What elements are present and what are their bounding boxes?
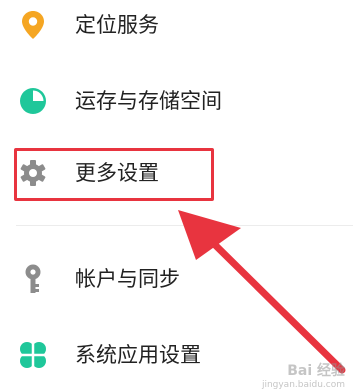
pie-chart-icon [20,88,46,114]
clover-icon [19,341,47,369]
highlight-box [14,148,214,201]
settings-item-label: 定位服务 [75,13,159,37]
settings-item-label: 系统应用设置 [75,343,201,367]
settings-item-label: 帐户与同步 [75,267,180,291]
location-pin-icon [22,11,44,39]
watermark-logo: Bai 经验 [287,363,345,379]
settings-list: 定位服务 运存与存储空间 更多设置 帐户与同步 系统应用设置 [0,0,353,392]
settings-item-location[interactable]: 定位服务 [0,0,353,55]
settings-item-accounts[interactable]: 帐户与同步 [0,249,353,309]
watermark-url: jingyan.baidu.com [261,380,345,390]
settings-item-storage[interactable]: 运存与存储空间 [0,71,353,131]
key-icon [25,264,41,293]
divider [16,225,353,226]
settings-item-label: 运存与存储空间 [75,89,222,113]
